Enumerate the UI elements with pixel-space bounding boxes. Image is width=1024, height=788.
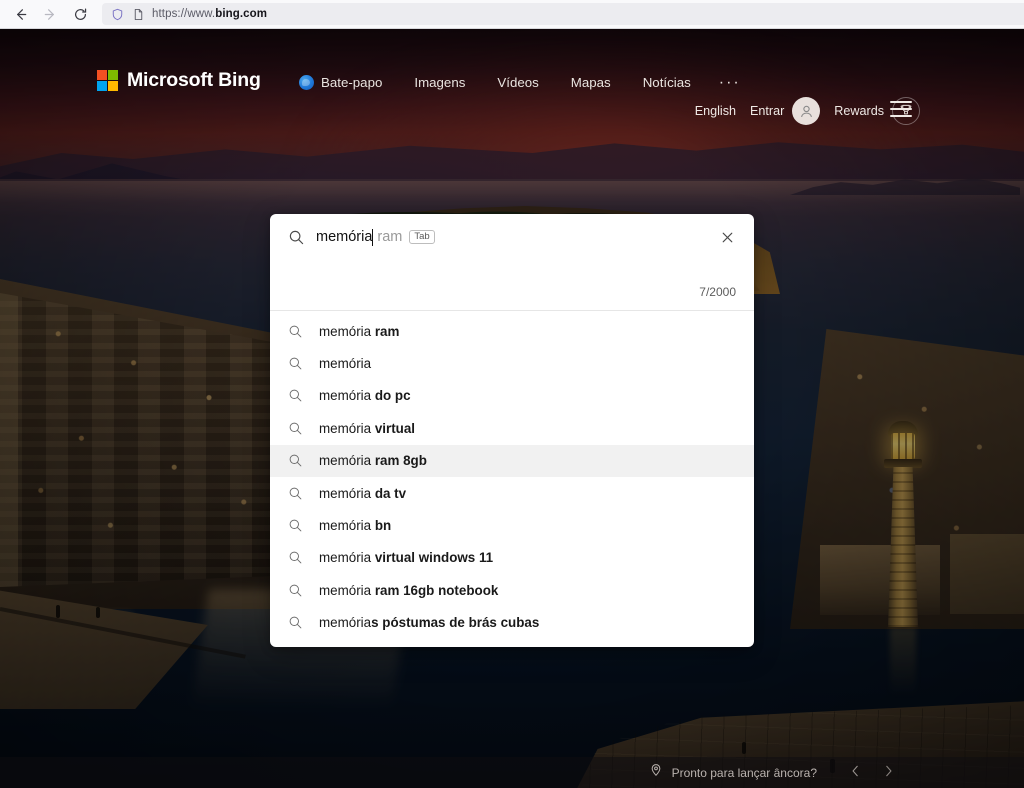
bing-hamburger-menu[interactable] <box>890 101 912 117</box>
nav-item-images[interactable]: Imagens <box>398 71 481 94</box>
nav-item-videos[interactable]: Vídeos <box>481 71 554 94</box>
nav-more-button[interactable]: ··· <box>707 74 753 92</box>
suggestion-item[interactable]: memória do pc <box>270 380 754 412</box>
search-ghost-completion: ram <box>377 229 403 245</box>
search-input-area: memória ram Tab 7/2000 <box>270 214 754 310</box>
nav-label-maps: Mapas <box>570 75 611 90</box>
bing-header-right: English Entrar Rewards <box>695 97 920 125</box>
suggestion-item[interactable]: memória bn <box>270 509 754 541</box>
search-icon <box>288 550 303 565</box>
search-input[interactable]: memória ram Tab <box>316 228 705 246</box>
language-selector[interactable]: English <box>695 104 736 118</box>
suggestion-item[interactable]: memória <box>270 347 754 379</box>
chevron-left-icon[interactable] <box>850 764 861 781</box>
sign-in-button[interactable]: Entrar <box>750 97 821 125</box>
search-icon <box>288 388 303 403</box>
bing-homepage: Microsoft Bing Bate-papo Imagens Vídeos … <box>0 29 1024 788</box>
image-caption-text: Pronto para lançar âncora? <box>671 765 817 780</box>
image-caption-bar: Pronto para lançar âncora? <box>0 757 1024 788</box>
microsoft-logo-icon <box>97 70 118 91</box>
search-icon <box>288 356 303 371</box>
suggestion-text: memória da tv <box>319 485 407 501</box>
search-suggestions-list: memória ram memória memória do pc memóri… <box>270 311 754 647</box>
suggestion-item[interactable]: memória ram <box>270 315 754 347</box>
suggestion-item[interactable]: memória virtual windows 11 <box>270 542 754 574</box>
search-icon <box>288 486 303 501</box>
address-bar[interactable]: https://www.bing.com <box>102 3 1024 25</box>
copilot-chat-icon <box>299 75 314 90</box>
suggestion-text: memória bn <box>319 518 392 534</box>
forward-button[interactable] <box>36 2 64 26</box>
search-icon <box>288 518 303 533</box>
chevron-right-icon[interactable] <box>883 764 894 781</box>
person-avatar-icon <box>792 97 821 125</box>
nav-item-maps[interactable]: Mapas <box>555 71 627 94</box>
search-row: memória ram Tab <box>270 214 754 248</box>
back-button[interactable] <box>6 2 34 26</box>
suggestion-item[interactable]: memória virtual <box>270 412 754 444</box>
suggestion-item[interactable]: memórias póstumas de brás cubas <box>270 607 754 639</box>
microsoft-bing-logo[interactable]: Microsoft Bing <box>97 69 261 92</box>
suggestion-text: memória ram 8gb <box>319 453 427 469</box>
clear-search-button[interactable] <box>716 226 738 248</box>
image-nav-arrows <box>850 764 894 781</box>
suggestion-text: memória ram <box>319 323 400 339</box>
suggestion-text: memórias póstumas de brás cubas <box>319 615 540 631</box>
nav-item-news[interactable]: Notícias <box>627 71 707 94</box>
shield-icon[interactable] <box>110 7 125 22</box>
nav-label-news: Notícias <box>642 75 691 90</box>
suggestion-text: memória ram 16gb notebook <box>319 582 499 598</box>
nav-label-chat: Bate-papo <box>321 75 383 90</box>
tab-key-hint: Tab <box>409 229 435 245</box>
character-counter: 7/2000 <box>699 285 736 299</box>
search-icon <box>288 324 303 339</box>
suggestion-text: memória do pc <box>319 388 411 404</box>
nav-label-videos: Vídeos <box>497 75 539 90</box>
address-bar-container: https://www.bing.com <box>94 3 1024 25</box>
rewards-label: Rewards <box>834 104 884 118</box>
search-icon <box>288 229 305 246</box>
search-icon <box>288 421 303 436</box>
reload-button[interactable] <box>66 2 94 26</box>
suggestion-item[interactable]: memória da tv <box>270 477 754 509</box>
url-text: https://www.bing.com <box>152 8 268 20</box>
caption-group: Pronto para lançar âncora? <box>649 763 894 782</box>
nav-item-chat[interactable]: Bate-papo <box>283 71 398 94</box>
navigation-buttons <box>0 2 94 26</box>
suggestion-text: memória virtual windows 11 <box>319 550 494 566</box>
bing-header: Microsoft Bing Bate-papo Imagens Vídeos … <box>0 29 1024 139</box>
browser-toolbar: https://www.bing.com E <box>0 0 1024 29</box>
location-pin-icon <box>649 763 663 782</box>
search-icon <box>288 583 303 598</box>
sign-in-label: Entrar <box>750 104 785 118</box>
suggestion-text: memória <box>319 356 372 372</box>
search-icon <box>288 615 303 630</box>
suggestion-text: memória virtual <box>319 420 415 436</box>
suggestion-item-highlighted[interactable]: memória ram 8gb <box>270 444 754 477</box>
search-icon <box>288 453 303 468</box>
page-icon <box>131 7 146 22</box>
nav-label-images: Imagens <box>414 75 466 90</box>
search-typed-text: memória <box>316 229 373 245</box>
bing-main-nav: Bate-papo Imagens Vídeos Mapas Notícias … <box>283 71 753 94</box>
search-panel: memória ram Tab 7/2000 memória ram memória… <box>270 214 754 647</box>
logo-text: Microsoft Bing <box>127 69 261 91</box>
suggestion-item[interactable]: memória ram 16gb notebook <box>270 574 754 606</box>
